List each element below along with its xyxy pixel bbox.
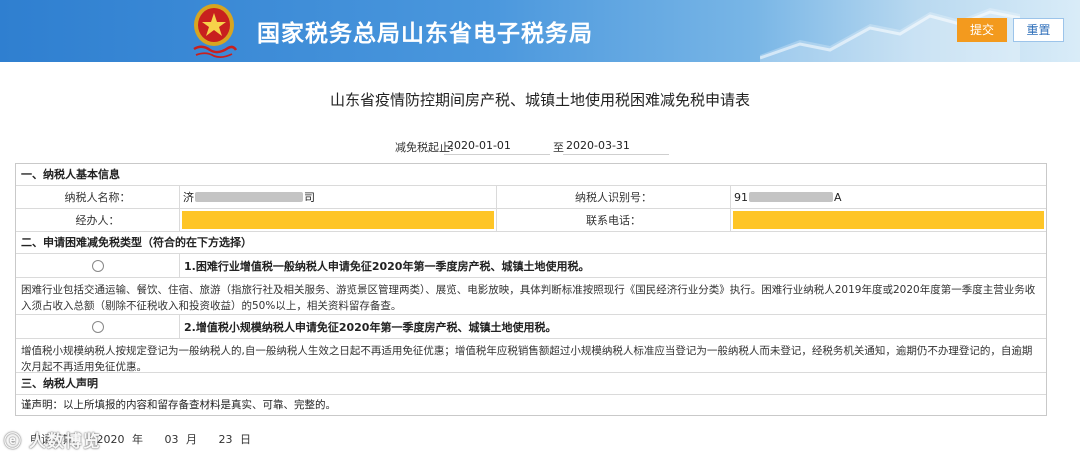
taxpayer-name-prefix: 济 bbox=[183, 191, 194, 204]
option-1-row: 1.困难行业增值税一般纳税人申请免征2020年第一季度房产税、城镇土地使用税。 bbox=[16, 254, 1046, 278]
date-day-unit: 日 bbox=[240, 433, 251, 446]
option-2-radio[interactable] bbox=[91, 320, 104, 333]
agent-field[interactable] bbox=[180, 209, 497, 231]
submit-button[interactable]: 提交 bbox=[957, 18, 1007, 42]
section-basic-info: 一、纳税人基本信息 bbox=[16, 164, 1046, 186]
agent-row: 经办人： 联系电话： bbox=[16, 209, 1046, 232]
tax-emblem-icon bbox=[193, 4, 238, 59]
option-2-radio-cell[interactable] bbox=[16, 315, 180, 338]
taxpayer-name-suffix: 司 bbox=[304, 191, 315, 204]
taxpayer-name-field[interactable]: 济 司 bbox=[180, 186, 497, 208]
declaration-text: 谨声明：以上所填报的内容和留存备查材料是真实、可靠、完整的。 bbox=[21, 399, 336, 411]
date-day: 23 bbox=[218, 433, 233, 446]
redaction-mask bbox=[195, 192, 303, 202]
option-2-description: 增值税小规模纳税人按规定登记为一般纳税人的,自一般纳税人生效之日起不再适用免征优… bbox=[16, 339, 1046, 373]
reset-button[interactable]: 重置 bbox=[1013, 18, 1064, 42]
watermark-logo-icon: ⓔ bbox=[4, 432, 29, 452]
site-header: 国家税务总局山东省电子税务局 提交 重置 bbox=[0, 0, 1080, 62]
application-form: 一、纳税人基本信息 纳税人名称： 济 司 纳税人识别号： 91 A 经办人： 联… bbox=[15, 163, 1047, 416]
taxpayer-id-field[interactable]: 91 A bbox=[731, 186, 1046, 208]
period-start-field[interactable]: 2020-01-01 bbox=[444, 137, 550, 155]
taxpayer-row: 纳税人名称： 济 司 纳税人识别号： 91 A bbox=[16, 186, 1046, 209]
agent-label: 经办人： bbox=[16, 209, 180, 231]
option-1-radio[interactable] bbox=[91, 259, 104, 272]
agent-input[interactable] bbox=[182, 211, 494, 229]
option-1-title: 1.困难行业增值税一般纳税人申请免征2020年第一季度房产税、城镇土地使用税。 bbox=[184, 259, 590, 273]
watermark: ⓔ 人数博览 bbox=[4, 427, 101, 452]
form-title: 山东省疫情防控期间房产税、城镇土地使用税困难减免税申请表 bbox=[329, 91, 750, 109]
watermark-text: 人数博览 bbox=[28, 432, 101, 452]
taxpayer-id-prefix: 91 bbox=[734, 190, 748, 204]
phone-label: 联系电话： bbox=[497, 209, 731, 231]
option-2-title: 2.增值税小规模纳税人申请免征2020年第一季度房产税、城镇土地使用税。 bbox=[184, 320, 557, 334]
section-apply-type: 二、申请困难减免税类型（符合的在下方选择） bbox=[16, 232, 1046, 254]
site-title: 国家税务总局山东省电子税务局 bbox=[257, 21, 593, 47]
taxpayer-id-suffix: A bbox=[834, 190, 842, 204]
date-year-unit: 年 bbox=[132, 433, 143, 446]
option-1-radio-cell[interactable] bbox=[16, 254, 180, 277]
period-end-field[interactable]: 2020-03-31 bbox=[563, 137, 669, 155]
date-month: 03 bbox=[164, 433, 179, 446]
option-1-description: 困难行业包括交通运输、餐饮、住宿、旅游（指旅行社及相关服务、游览景区管理两类）、… bbox=[16, 278, 1046, 315]
option-2-row: 2.增值税小规模纳税人申请免征2020年第一季度房产税、城镇土地使用税。 bbox=[16, 315, 1046, 339]
date-month-unit: 月 bbox=[186, 433, 197, 446]
phone-input[interactable] bbox=[733, 211, 1044, 229]
phone-field[interactable] bbox=[731, 209, 1046, 231]
taxpayer-id-label: 纳税人识别号： bbox=[497, 186, 731, 208]
section-declaration: 三、纳税人声明 bbox=[16, 373, 1046, 395]
redaction-mask bbox=[749, 192, 833, 202]
taxpayer-name-label: 纳税人名称： bbox=[16, 186, 180, 208]
